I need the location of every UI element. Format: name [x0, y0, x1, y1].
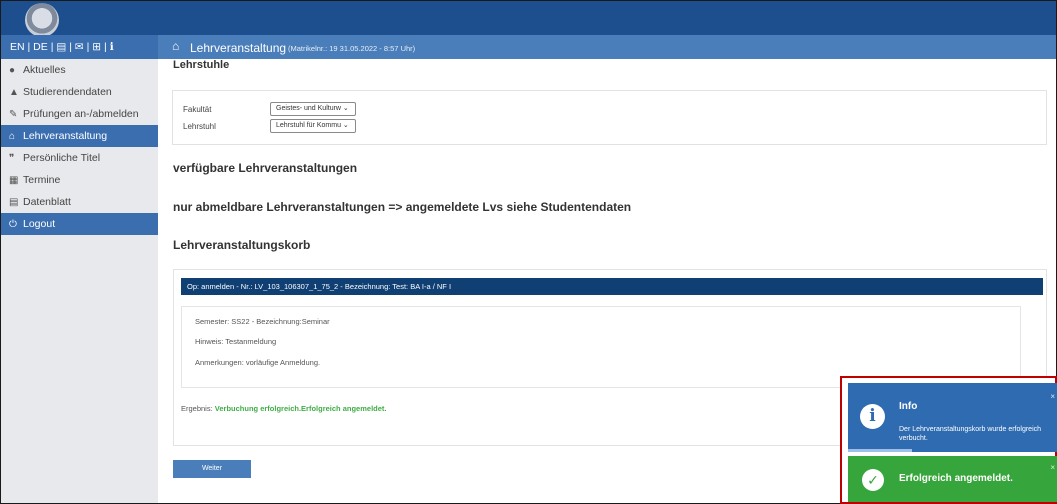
page-title: Lehrveranstaltung: [190, 41, 287, 55]
info-toast-title: Info: [899, 401, 918, 412]
sidebar-item-studierendendaten[interactable]: ▲ Studierendendaten: [1, 81, 158, 103]
page-header: ⌂ Lehrveranstaltung (Matrikelnr.: 19 31.…: [158, 35, 1056, 59]
university-seal-logo[interactable]: [25, 3, 59, 37]
hinweis-text: Hinweis: Testanmeldung: [195, 337, 277, 346]
heading-abmeldbar: nur abmeldbare Lehrveranstaltungen => an…: [173, 200, 632, 214]
close-icon[interactable]: ×: [1050, 392, 1055, 401]
sidebar-item-label: Lehrveranstaltung: [23, 130, 108, 142]
top-bar: [1, 1, 1056, 37]
success-toast-title: Erfolgreich angemeldet.: [899, 473, 1013, 484]
separator: |: [27, 41, 31, 53]
sidebar-item-pruefungen[interactable]: ✎ Prüfungen an-/abmelden: [1, 103, 158, 125]
sidebar-item-datenblatt[interactable]: ▤ Datenblatt: [1, 191, 158, 213]
filter-panel: Fakultät Geistes- und Kulturw ⌄ Lehrstuh…: [172, 90, 1047, 145]
sidebar-item-label: Studierendendaten: [23, 86, 112, 98]
ergebnis-label: Ergebnis:: [181, 404, 213, 413]
notification-area: i Info Der Lehrveranstaltungskorb wurde …: [840, 376, 1057, 504]
fakultaet-select[interactable]: Geistes- und Kulturw ⌄: [270, 102, 356, 116]
graduation-cap-icon: ▲: [9, 87, 19, 98]
language-bar: EN | DE | ▤ | ✉ | ⊞ | ℹ: [1, 35, 158, 59]
section-title-lehrstuhle: Lehrstuhle: [173, 59, 230, 71]
sidebar-item-logout[interactable]: ⏻ Logout: [1, 213, 158, 235]
info-toast[interactable]: i Info Der Lehrveranstaltungskorb wurde …: [848, 383, 1057, 452]
separator: |: [86, 41, 90, 53]
sidebar: EN | DE | ▤ | ✉ | ⊞ | ℹ ● Aktuelles ▲ Stud…: [1, 35, 158, 503]
sitemap-icon[interactable]: ⊞: [92, 41, 101, 53]
sidebar-item-label: Datenblatt: [23, 196, 71, 208]
comment-icon: ●: [9, 65, 16, 76]
sidebar-item-termine[interactable]: ▦ Termine: [1, 169, 158, 191]
sidebar-item-label: Aktuelles: [23, 64, 66, 76]
quote-icon: ❞: [9, 153, 15, 164]
matrikel-timestamp: (Matrikelnr.: 19 31.05.2022 - 8:57 Uhr): [288, 44, 416, 53]
institution-icon: ⌂: [172, 39, 180, 53]
toast-progress-bar: [848, 449, 912, 452]
sidebar-item-label: Persönliche Titel: [23, 152, 101, 164]
book-icon[interactable]: ▤: [56, 41, 66, 53]
sidebar-item-label: Logout: [23, 218, 56, 230]
semester-text: Semester: SS22 - Bezeichnung:Seminar: [195, 317, 330, 326]
sidebar-item-persoenliche-titel[interactable]: ❞ Persönliche Titel: [1, 147, 158, 169]
lehrstuhl-label: Lehrstuhl: [183, 122, 216, 131]
info-icon[interactable]: ℹ: [110, 41, 114, 53]
ergebnis-line: Ergebnis: Verbuchung erfolgreich.Erfolgr…: [181, 404, 386, 413]
anmerkungen-text: Anmerkungen: vorläufige Anmeldung.: [195, 358, 321, 367]
separator: |: [103, 41, 107, 53]
lang-de-link[interactable]: DE: [33, 41, 48, 53]
separator: |: [69, 41, 72, 53]
close-icon[interactable]: ×: [1050, 463, 1055, 472]
separator: |: [50, 41, 54, 53]
mail-icon[interactable]: ✉: [75, 41, 84, 53]
lehrstuhl-select[interactable]: Lehrstuhl für Kommu ⌄: [270, 119, 356, 133]
heading-korb: Lehrveranstaltungskorb: [173, 238, 311, 252]
fakultaet-label: Fakultät: [183, 105, 212, 114]
korb-op-bar: Op: anmelden - Nr.: LV_103_106307_1_75_2…: [181, 278, 1043, 295]
calendar-icon: ▦: [9, 175, 19, 186]
info-icon: i: [860, 404, 885, 429]
sidebar-item-label: Prüfungen an-/abmelden: [23, 108, 139, 120]
institution-icon: ⌂: [9, 131, 16, 142]
weiter-button[interactable]: Weiter: [173, 460, 251, 478]
edit-icon: ✎: [9, 109, 18, 120]
power-icon: ⏻: [9, 219, 17, 230]
ergebnis-value: Verbuchung erfolgreich.Erfolgreich angem…: [214, 404, 387, 413]
datasheet-icon: ▤: [9, 197, 19, 208]
sidebar-item-aktuelles[interactable]: ● Aktuelles: [1, 59, 158, 81]
heading-verfuegbare: verfügbare Lehrveranstaltungen: [173, 161, 358, 175]
sidebar-item-label: Termine: [23, 174, 61, 186]
lang-en-link[interactable]: EN: [10, 41, 25, 53]
info-toast-message: Der Lehrveranstaltungskorb wurde erfolgr…: [899, 426, 1042, 442]
check-icon: ✓: [862, 469, 884, 491]
success-toast[interactable]: ✓ Erfolgreich angemeldet. ×: [848, 456, 1057, 502]
sidebar-item-lehrveranstaltung[interactable]: ⌂ Lehrveranstaltung: [1, 125, 158, 147]
